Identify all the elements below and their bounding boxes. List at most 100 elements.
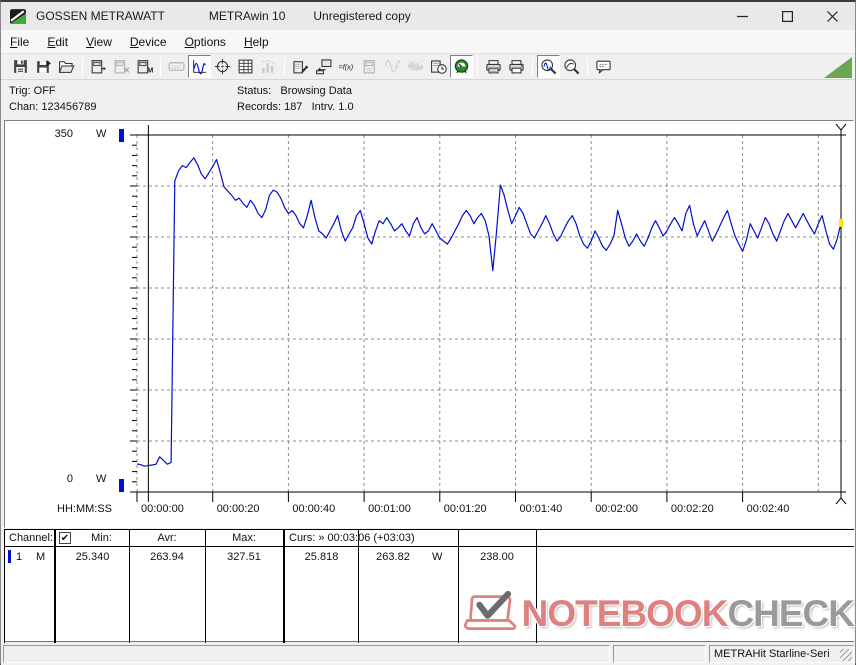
y-axis-min-unit: W [96, 473, 107, 485]
title-license: Unregistered copy [313, 9, 411, 23]
meter-live-icon [454, 59, 469, 74]
maximize-button[interactable] [765, 2, 810, 30]
notebookcheck-watermark: NOTEBOOK CHECK [459, 583, 855, 643]
col-header-max: Max: [232, 532, 256, 544]
col-header-channel: Channel: [9, 532, 54, 544]
records-info: Records: 187 Intrv. 1.0 [237, 101, 354, 113]
comment-button[interactable] [592, 55, 615, 78]
open-file-icon [58, 61, 75, 73]
y-axis-max-label: 350 [54, 128, 73, 140]
statusbar-section-main [3, 645, 610, 663]
table-divider [54, 530, 56, 643]
app-logo-icon [10, 8, 26, 24]
meter-live-button[interactable] [450, 55, 473, 78]
value-max: 327.51 [227, 551, 261, 563]
channel-table: Channel: ✔ Min: Avr: Max: Curs: » 00:03:… [4, 529, 855, 643]
svg-text:M: M [147, 65, 153, 74]
schedule-icon [431, 60, 447, 74]
menu-item-help[interactable]: Help [235, 32, 278, 52]
open-file-button[interactable] [55, 55, 78, 78]
value-cursor-delta: 238.00 [480, 551, 514, 563]
print-button[interactable] [505, 55, 528, 78]
col-header-avr: Avr: [157, 532, 177, 544]
resize-grip[interactable] [840, 649, 852, 661]
channel-color-marker [8, 550, 11, 563]
menu-bar: File Edit View Device Options Help [1, 30, 855, 54]
channel-mode: M [36, 551, 46, 563]
statusbar-section-device: METRAHit Starline-Seri [709, 645, 854, 663]
save-icon [14, 60, 27, 73]
menu-item-edit[interactable]: Edit [38, 32, 77, 52]
zoom-signal-icon [541, 59, 557, 75]
x-tick-label: 00:01:00 [368, 503, 411, 515]
x-tick-label: 00:00:20 [216, 503, 260, 515]
chart-panel: 350 W 0 W HH:MM:SS 00:00:00 00:00:20 00:00… [4, 120, 854, 528]
menu-item-view[interactable]: View [77, 32, 121, 52]
chart-view-button[interactable] [188, 55, 211, 78]
table-divider [283, 530, 285, 643]
table-view-button[interactable] [234, 55, 257, 78]
data-transfer-button[interactable] [312, 55, 335, 78]
y-axis-max-unit: W [96, 128, 107, 140]
menu-item-options[interactable]: Options [176, 32, 235, 52]
col-header-cursors: Curs: » 00:03:06 (+03:03) [289, 532, 415, 544]
noise-signal-button [404, 55, 427, 78]
print-icon [509, 60, 524, 74]
value-cursor-b: 263.82 [376, 551, 410, 563]
histogram-view-icon [262, 60, 275, 73]
print-report-button[interactable] [482, 55, 505, 78]
corner-triangle-decoration [824, 57, 852, 78]
x-tick-label: 00:02:00 [595, 503, 639, 515]
watermark-text-primary: NOTEBOOK [521, 592, 729, 634]
device-memory-button[interactable]: M [133, 55, 156, 78]
svg-text:=f(x): =f(x) [339, 63, 354, 72]
channel-number[interactable]: 1 [16, 551, 22, 563]
save-data-icon [37, 60, 51, 73]
title-bar: GOSSEN METRAWATT METRAwin 10 Unregistere… [1, 2, 855, 30]
schedule-button[interactable] [427, 55, 450, 78]
chart-plot-area[interactable] [5, 121, 853, 527]
trigger-status: Trig: OFF [9, 85, 56, 97]
minimize-button[interactable] [720, 2, 765, 30]
cursor-crosshair-icon [214, 58, 231, 75]
toolbar-separator [284, 56, 285, 77]
table-view-icon [238, 59, 253, 74]
connected-device-label: METRAHit Starline-Seri [714, 648, 830, 660]
title-brand: GOSSEN METRAWATT [36, 9, 165, 23]
sine-signal-icon [384, 60, 401, 73]
status-bar: METRAHit Starline-Seri [1, 643, 855, 665]
lcd-display-button: 1257 [165, 55, 188, 78]
table-divider [358, 530, 359, 643]
comment-icon [596, 60, 611, 74]
toolbar-separator [477, 56, 478, 77]
menu-item-device[interactable]: Device [121, 32, 176, 52]
device-clear-icon [114, 60, 130, 74]
device-offline-icon [363, 60, 375, 74]
toolbar-separator [587, 56, 588, 77]
zoom-curve-button[interactable] [560, 55, 583, 78]
lcd-display-icon: 1257 [168, 62, 185, 71]
table-header-separator [4, 546, 854, 547]
device-read-button[interactable] [87, 55, 110, 78]
device-config-button[interactable] [289, 55, 312, 78]
channel-visible-checkbox[interactable]: ✔ [59, 532, 71, 544]
zoom-curve-icon [564, 59, 580, 75]
sine-signal-button [381, 55, 404, 78]
x-tick-label: 00:01:20 [443, 503, 487, 515]
table-divider [129, 530, 130, 643]
data-transfer-icon [316, 59, 332, 75]
menu-item-file[interactable]: File [1, 32, 38, 52]
close-button[interactable] [810, 2, 855, 30]
window-controls [720, 2, 855, 30]
toolbar: M 1257 =f(x) [1, 54, 855, 80]
save-data-button[interactable] [32, 55, 55, 78]
save-button[interactable] [9, 55, 32, 78]
title-app: METRAwin 10 [208, 9, 286, 23]
zoom-signal-button[interactable] [537, 55, 560, 78]
device-config-icon [293, 61, 309, 74]
histogram-view-button [257, 55, 280, 78]
x-tick-label: 00:02:40 [746, 503, 790, 515]
svg-text:1257: 1257 [171, 65, 182, 71]
cursor-crosshair-button[interactable] [211, 55, 234, 78]
formula-button[interactable]: =f(x) [335, 55, 358, 78]
